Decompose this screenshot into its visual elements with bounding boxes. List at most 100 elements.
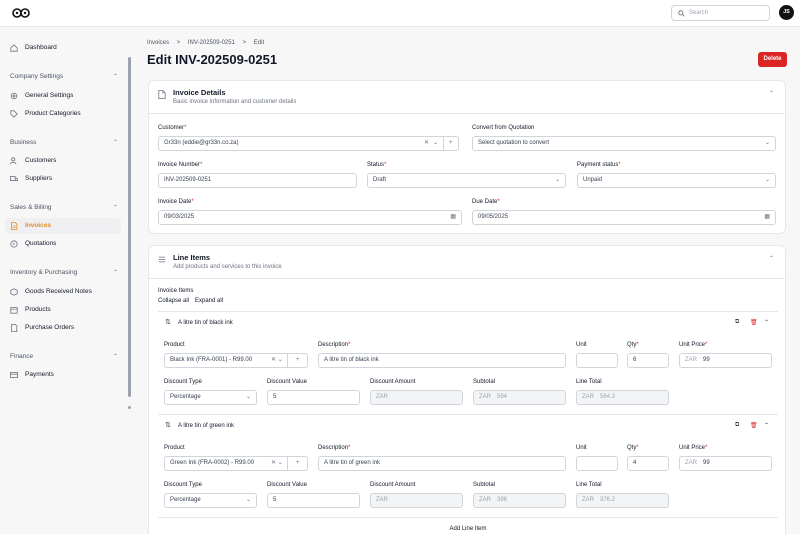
breadcrumb-separator: > bbox=[176, 40, 181, 46]
trash-icon[interactable]: 🗑 bbox=[750, 319, 758, 326]
sidebar-item-products[interactable]: Products bbox=[5, 302, 121, 318]
sidebar-item-customers[interactable]: Customers bbox=[5, 153, 121, 169]
sidebar-item-label: Goods Received Notes bbox=[25, 288, 92, 295]
line-total-value: 376.2 bbox=[600, 497, 616, 503]
delete-button[interactable]: Delete bbox=[758, 52, 787, 67]
discount-value-label: Discount Value bbox=[267, 379, 307, 385]
clear-icon[interactable]: ✕ ⌄ bbox=[268, 354, 283, 367]
sidebar-item-suppliers[interactable]: Suppliers bbox=[5, 171, 121, 187]
section-inventory-purchasing[interactable]: Inventory & Purchasing ⌃ bbox=[10, 269, 118, 276]
convert-placeholder: Select quotation to convert bbox=[478, 140, 550, 146]
unit-label: Unit bbox=[576, 445, 587, 451]
breadcrumb-invoices-link[interactable]: Invoices bbox=[147, 40, 169, 46]
trash-icon[interactable]: 🗑 bbox=[750, 422, 758, 429]
field-divider bbox=[287, 354, 288, 367]
discount-value-input[interactable]: 5 bbox=[267, 493, 360, 508]
discount-amount-field: ZAR bbox=[370, 390, 463, 405]
invoice-date-label: Invoice Date* bbox=[158, 199, 194, 205]
chevron-up-icon: ⌃ bbox=[112, 270, 118, 276]
unit-price-input[interactable]: ZAR 99 bbox=[679, 456, 772, 471]
currency-prefix: ZAR bbox=[376, 394, 388, 400]
invoice-date-input[interactable]: 09/03/2025 ▦ bbox=[158, 210, 462, 225]
description-label: Description* bbox=[318, 342, 351, 348]
sidebar-item-general-settings[interactable]: General Settings bbox=[5, 88, 121, 104]
convert-quotation-select[interactable]: Select quotation to convert ⌄ bbox=[472, 136, 776, 151]
duplicate-icon[interactable]: ⧉ bbox=[735, 422, 739, 429]
line-items-card: Line Items Add products and services to … bbox=[148, 245, 786, 534]
subtotal-field: ZAR 594 bbox=[473, 390, 566, 405]
clear-icon[interactable]: ✕ ⌄ bbox=[268, 457, 283, 470]
section-company-settings[interactable]: Company Settings ⌃ bbox=[10, 73, 118, 80]
calendar-icon[interactable]: ▦ bbox=[450, 211, 456, 224]
clear-icon[interactable]: ✕ bbox=[424, 137, 429, 150]
chevron-up-icon[interactable]: ⌃ bbox=[764, 422, 769, 429]
status-value: Draft bbox=[373, 177, 387, 183]
avatar[interactable]: JS bbox=[779, 5, 794, 20]
description-input[interactable]: A litre tin of black ink bbox=[318, 353, 566, 368]
section-business[interactable]: Business ⌃ bbox=[10, 139, 118, 146]
drag-handle-icon[interactable]: ⇅ bbox=[165, 421, 171, 429]
sidebar-item-payments[interactable]: Payments bbox=[5, 367, 121, 383]
section-label: Finance bbox=[10, 353, 34, 360]
line-total-label: Line Total bbox=[576, 482, 602, 488]
product-select[interactable]: Green Ink (FRA-0002) - R99.00 ✕ ⌄ + bbox=[164, 456, 308, 471]
description-input[interactable]: A litre tin of green ink bbox=[318, 456, 566, 471]
customer-select[interactable]: Gr33n (eddie@gr33n.co.za) ✕ ⌄ + bbox=[158, 136, 459, 151]
plus-icon[interactable]: + bbox=[296, 354, 300, 367]
breadcrumb-invoice-link[interactable]: INV-202509-0251 bbox=[188, 40, 235, 46]
chevron-up-icon[interactable]: ⌃ bbox=[769, 90, 774, 97]
app-logo-icon[interactable] bbox=[12, 7, 30, 19]
unit-input[interactable] bbox=[576, 353, 618, 368]
payment-status-select[interactable]: Unpaid ⌄ bbox=[577, 173, 776, 188]
sidebar-item-product-categories[interactable]: Product Categories bbox=[5, 106, 121, 122]
card-title: Invoice Details bbox=[173, 88, 226, 97]
sidebar-item-invoices[interactable]: Invoices bbox=[5, 218, 121, 234]
chevron-up-icon[interactable]: ⌃ bbox=[764, 319, 769, 326]
discount-value: 5 bbox=[273, 497, 277, 503]
sidebar-item-label: Suppliers bbox=[25, 175, 53, 182]
product-select[interactable]: Black Ink (FRA-0001) - R99.00 ✕ ⌄ + bbox=[164, 353, 308, 368]
discount-value-input[interactable]: 5 bbox=[267, 390, 360, 405]
section-finance[interactable]: Finance ⌃ bbox=[10, 353, 118, 360]
currency-prefix: ZAR bbox=[685, 357, 697, 363]
discount-type-select[interactable]: Percentage ⌄ bbox=[164, 493, 257, 508]
subtotal-label: Subtotal bbox=[473, 482, 496, 488]
discount-type-label: Discount Type bbox=[164, 482, 202, 488]
users-icon bbox=[10, 157, 17, 165]
add-line-item-button[interactable]: Add Line Item bbox=[418, 526, 518, 532]
sidebar-item-goods-received-notes[interactable]: Goods Received Notes bbox=[5, 284, 121, 300]
invoice-number-input[interactable]: INV-202509-0251 bbox=[158, 173, 357, 188]
divider bbox=[149, 278, 785, 279]
search-input[interactable]: Search bbox=[671, 5, 770, 21]
due-date-label: Due Date* bbox=[472, 199, 500, 205]
section-sales-billing[interactable]: Sales & Billing ⌃ bbox=[10, 204, 118, 211]
subtotal-field: ZAR 396 bbox=[473, 493, 566, 508]
due-date-input[interactable]: 09/05/2025 ▦ bbox=[472, 210, 776, 225]
status-select[interactable]: Draft ⌄ bbox=[367, 173, 566, 188]
discount-value-label: Discount Value bbox=[267, 482, 307, 488]
discount-type-select[interactable]: Percentage ⌄ bbox=[164, 390, 257, 405]
sidebar-item-purchase-orders[interactable]: Purchase Orders bbox=[5, 320, 121, 336]
chevron-up-icon[interactable]: ⌃ bbox=[769, 255, 774, 262]
chevron-down-icon[interactable]: ⌄ bbox=[433, 137, 438, 150]
customer-label: Customer* bbox=[158, 125, 187, 131]
sidebar-item-quotations[interactable]: Quotations bbox=[5, 236, 121, 252]
subtotal-value: 396 bbox=[497, 497, 508, 503]
plus-icon[interactable]: + bbox=[296, 457, 300, 470]
unit-input[interactable] bbox=[576, 456, 618, 471]
duplicate-icon[interactable]: ⧉ bbox=[735, 319, 739, 326]
home-icon bbox=[10, 44, 18, 52]
plus-icon[interactable]: + bbox=[449, 137, 453, 150]
qty-input[interactable]: 6 bbox=[627, 353, 669, 368]
sidebar-scrollbar[interactable] bbox=[128, 57, 131, 397]
expand-all-link[interactable]: Expand all bbox=[195, 298, 223, 304]
unit-price-input[interactable]: ZAR 99 bbox=[679, 353, 772, 368]
qty-label: Qty* bbox=[627, 342, 639, 348]
qty-input[interactable]: 4 bbox=[627, 456, 669, 471]
sidebar-item-dashboard[interactable]: Dashboard bbox=[5, 40, 121, 56]
drag-handle-icon[interactable]: ⇅ bbox=[165, 318, 171, 326]
discount-amount-field: ZAR bbox=[370, 493, 463, 508]
collapse-all-link[interactable]: Collapse all bbox=[158, 298, 189, 304]
box-icon bbox=[10, 307, 18, 314]
calendar-icon[interactable]: ▦ bbox=[764, 211, 770, 224]
